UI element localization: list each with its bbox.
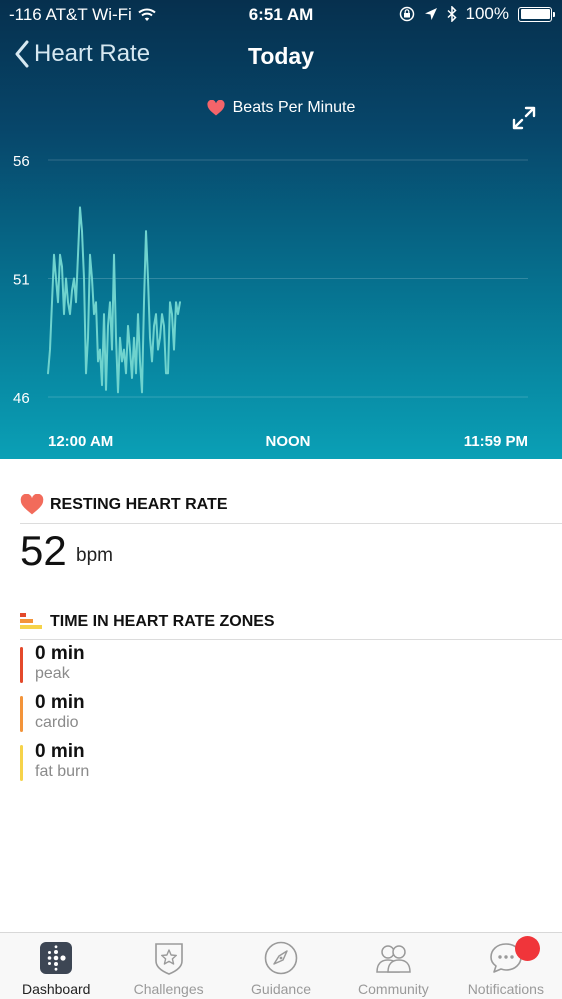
zone-minutes: 0 min	[35, 741, 85, 762]
x-tick-label: NOON	[266, 433, 311, 450]
zone-name: fat burn	[35, 763, 90, 780]
battery-icon	[518, 6, 555, 22]
zone-fat-burn: 0 min fat burn	[20, 741, 320, 785]
tab-label: Dashboard	[21, 981, 91, 997]
x-tick-label: 12:00 AM	[48, 433, 113, 450]
tab-notifications[interactable]: Notifications	[450, 933, 562, 999]
tab-bar: Dashboard Challenges Guidance Community …	[0, 932, 562, 999]
tab-community[interactable]: Community	[337, 933, 449, 999]
heart-rate-zones-title: TIME IN HEART RATE ZONES	[50, 613, 275, 630]
heart-icon	[20, 494, 44, 515]
zone-peak: 0 min peak	[20, 643, 320, 687]
zone-color-bar	[20, 647, 23, 683]
zone-minutes: 0 min	[35, 692, 85, 713]
notification-badge	[515, 936, 540, 961]
rotation-lock-icon	[399, 6, 414, 22]
page-title: Today	[247, 43, 315, 69]
zones-bars-icon	[20, 613, 42, 629]
heart-rate-chart: 56 51 46 12:00 AM NOON 11:59 PM	[13, 153, 528, 450]
expand-chart-button[interactable]	[512, 106, 536, 135]
heart-rate-header-panel: -116 AT&T Wi-Fi 6:51 AM 100% Heart Rate …	[0, 0, 562, 459]
battery-percent: 100%	[465, 4, 509, 23]
resting-heart-rate-unit: bpm	[76, 545, 113, 566]
community-icon	[376, 945, 412, 973]
zone-color-bar	[20, 696, 23, 732]
zone-cardio: 0 min cardio	[20, 692, 320, 736]
chart-legend: Beats Per Minute	[0, 99, 562, 117]
zone-minutes: 0 min	[35, 643, 85, 664]
y-tick-label: 56	[13, 153, 30, 170]
y-tick-label: 51	[13, 272, 30, 289]
tab-label: Notifications	[467, 981, 544, 997]
tab-challenges[interactable]: Challenges	[112, 933, 224, 999]
bluetooth-icon	[447, 6, 457, 22]
status-right: 100%	[399, 4, 555, 24]
resting-heart-rate-value: 52	[20, 527, 67, 574]
challenges-icon	[154, 943, 183, 975]
x-axis: 12:00 AM NOON 11:59 PM	[48, 433, 528, 450]
resting-heart-rate-title: RESTING HEART RATE	[50, 495, 228, 513]
y-axis: 56 51 46	[13, 153, 30, 407]
status-bar: -116 AT&T Wi-Fi 6:51 AM 100%	[0, 0, 562, 30]
chart-series	[47, 206, 181, 394]
tab-label: Guidance	[251, 981, 311, 997]
chart-title: Beats Per Minute	[232, 99, 356, 116]
resting-heart-rate-header: RESTING HEART RATE	[20, 494, 562, 524]
x-tick-label: 11:59 PM	[464, 433, 528, 450]
heart-rate-zones-header: TIME IN HEART RATE ZONES	[20, 613, 562, 640]
compass-icon	[264, 941, 298, 975]
dashboard-icon	[40, 942, 73, 974]
zone-color-bar	[20, 745, 23, 781]
y-tick-label: 46	[13, 390, 30, 407]
zone-name: cardio	[35, 714, 79, 731]
location-arrow-icon	[424, 8, 437, 20]
expand-icon	[512, 106, 536, 130]
heart-icon	[207, 100, 225, 116]
zone-name: peak	[35, 665, 70, 682]
tab-guidance[interactable]: Guidance	[225, 933, 337, 999]
heart-rate-series-line	[47, 206, 181, 394]
tab-label: Community	[358, 981, 429, 997]
tab-dashboard[interactable]: Dashboard	[0, 933, 112, 999]
tab-label: Challenges	[133, 981, 204, 997]
